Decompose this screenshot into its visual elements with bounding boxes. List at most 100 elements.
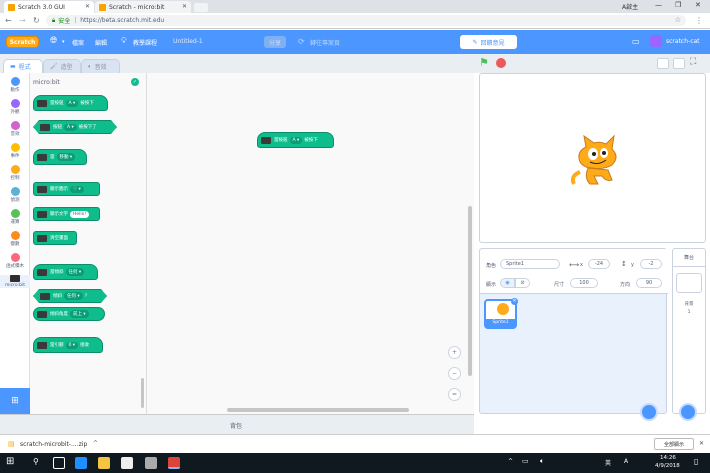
category-operators[interactable]: 運算 (0, 209, 30, 225)
block-display-icon[interactable]: 顯示圖示 ♡ ▾ (33, 182, 100, 196)
url-field[interactable]: 🔒︎ 安全 | https://beta.scratch.mit.edu ☆ (46, 15, 686, 26)
sprite-name-input[interactable]: Sprite1 (500, 259, 560, 269)
close-window-icon[interactable]: ✕ (695, 1, 701, 9)
block-tilted[interactable]: 傾斜 任何 ▾ ? (33, 289, 107, 303)
category-events[interactable]: 事件 (0, 143, 30, 159)
show-hidden-button[interactable]: ⊘ (515, 278, 530, 288)
category-looks[interactable]: 外觀 (0, 99, 30, 115)
small-stage-icon[interactable] (657, 58, 669, 69)
category-variables[interactable]: 變數 (0, 231, 30, 247)
new-tab-button[interactable] (194, 3, 208, 12)
language-globe-icon[interactable]: 🌐︎ (50, 36, 57, 46)
block-when-button-pressed[interactable]: 當按鈕 A ▾ 被按下 (33, 95, 108, 111)
text-input[interactable]: Hello! (70, 210, 90, 218)
notifications-icon[interactable]: ▯ (694, 457, 698, 466)
block-button-pressed[interactable]: 按鈕 A ▾ 被按下了 (33, 120, 117, 134)
tutorials-menu[interactable]: 教學課程 (133, 38, 157, 47)
download-file-name[interactable]: scratch-microbit-....zip (20, 441, 87, 448)
file-menu[interactable]: 檔案 (72, 38, 84, 47)
green-flag-icon[interactable]: ⚑ (479, 57, 491, 69)
minimize-icon[interactable]: — (655, 1, 662, 9)
close-tab-icon[interactable]: ✕ (182, 3, 187, 10)
category-control[interactable]: 控制 (0, 165, 30, 181)
browser-tab-scratch-gui[interactable]: Scratch 3.0 GUI ✕ (4, 1, 94, 13)
maximize-icon[interactable]: ❐ (675, 1, 681, 9)
feedback-button[interactable]: ✎ 回饋意見 (460, 35, 517, 49)
volume-icon[interactable]: 🔈︎ (540, 457, 544, 466)
size-input[interactable]: 100 (570, 278, 598, 288)
x-input[interactable]: -24 (588, 259, 610, 269)
chevron-up-icon[interactable]: ^ (93, 440, 98, 447)
tray-up-arrow-icon[interactable]: ^ (508, 458, 513, 465)
search-icon[interactable]: ⚲ (33, 457, 39, 466)
y-input[interactable]: -2 (640, 259, 662, 269)
block-clear-display[interactable]: 清空畫面 (33, 231, 77, 245)
dropdown[interactable]: 前上 ▾ (70, 310, 89, 318)
dropdown[interactable]: 任何 ▾ (64, 292, 83, 300)
category-microbit[interactable]: micro:bit (0, 275, 30, 288)
stage-canvas[interactable] (479, 73, 706, 243)
back-icon[interactable]: ← (5, 16, 12, 25)
category-my-blocks[interactable]: 函式積木 (0, 253, 30, 269)
add-sprite-button[interactable] (640, 403, 658, 421)
palette-scrollbar[interactable] (141, 378, 144, 408)
windows-start-icon[interactable]: ⊞ (6, 456, 14, 467)
zoom-out-button[interactable]: − (448, 367, 461, 380)
stage-target-pane[interactable]: 舞台 背景 1 (672, 248, 706, 421)
reload-icon[interactable]: ↻ (33, 16, 40, 25)
bookmark-star-icon[interactable]: ☆ (675, 16, 681, 24)
clock-date[interactable]: 4/9/2018 (655, 463, 680, 469)
delete-sprite-icon[interactable]: ✕ (511, 298, 518, 305)
direction-input[interactable]: 90 (636, 278, 662, 288)
folder-icon[interactable]: ▭ (632, 37, 640, 46)
dropdown[interactable]: 任何 ▾ (65, 268, 85, 276)
code-workspace[interactable]: 當按鈕 A ▾ 被按下 + − = (147, 73, 474, 414)
zoom-reset-button[interactable]: = (448, 388, 461, 401)
heart-dropdown[interactable]: ♡ ▾ (70, 185, 84, 193)
mail-icon[interactable] (145, 457, 157, 469)
block-when-tilted[interactable]: 當傾斜 任何 ▾ (33, 264, 98, 280)
profile-name[interactable]: A啟主 (622, 2, 638, 11)
dropdown[interactable]: 0 ▾ (65, 341, 79, 349)
dropdown[interactable]: A ▾ (64, 124, 77, 131)
backpack-bar[interactable]: 背包 (0, 414, 474, 434)
language-indicator[interactable]: 英 (605, 458, 611, 467)
add-backdrop-button[interactable] (679, 403, 697, 421)
workspace-block-when-button-pressed[interactable]: 當按鈕 A ▾ 被按下 (257, 132, 334, 148)
forward-icon[interactable]: → (19, 16, 26, 25)
show-visible-button[interactable]: ◉ (500, 278, 515, 288)
scratch-cat-sprite[interactable] (566, 132, 622, 190)
vertical-scrollbar[interactable] (468, 206, 472, 376)
avatar[interactable] (650, 35, 662, 47)
store-icon[interactable] (121, 457, 133, 469)
close-download-bar-icon[interactable]: ✕ (699, 440, 704, 447)
network-icon[interactable]: ▭ (522, 457, 529, 465)
block-display-text[interactable]: 顯示文字 Hello! (33, 207, 100, 221)
task-view-icon[interactable] (53, 457, 65, 469)
block-when-pin[interactable]: 當引腳 0 ▾ 接收 (33, 337, 103, 353)
file-explorer-icon[interactable] (98, 457, 110, 469)
sprite-tile[interactable]: Sprite1 ✕ (484, 298, 518, 329)
backdrop-thumbnail[interactable] (676, 273, 702, 293)
stop-icon[interactable] (496, 58, 506, 68)
zoom-in-button[interactable]: + (448, 346, 461, 359)
category-sensing[interactable]: 偵測 (0, 187, 30, 203)
block-tilt-angle[interactable]: 傾斜角度 前上 ▾ (33, 307, 105, 321)
tab-code[interactable]: ▬ 程式 (3, 59, 43, 73)
show-all-button[interactable]: 全部顯示 (654, 438, 694, 450)
scratch-logo[interactable]: Scratch (6, 36, 39, 48)
block-when-moved[interactable]: 當 移動 ▾ (33, 149, 87, 165)
user-name[interactable]: scratch-cat (666, 38, 700, 45)
category-motion[interactable]: 動作 (0, 77, 30, 93)
chrome-icon[interactable] (168, 457, 180, 469)
add-extension-button[interactable]: ⊞ (0, 388, 30, 414)
dropdown[interactable]: A ▾ (289, 136, 303, 144)
connected-check-icon[interactable]: ✓ (131, 78, 139, 86)
fullscreen-icon[interactable]: ⛶ (690, 57, 696, 67)
ime-indicator[interactable]: A (624, 458, 628, 465)
category-sound[interactable]: 音效 (0, 121, 30, 137)
close-tab-icon[interactable]: ✕ (85, 3, 90, 10)
tab-sounds[interactable]: 🔈︎ 音效 (81, 59, 120, 73)
see-project-page-button[interactable]: 轉往專案頁 (310, 38, 340, 47)
clock-time[interactable]: 14:26 (660, 455, 676, 461)
